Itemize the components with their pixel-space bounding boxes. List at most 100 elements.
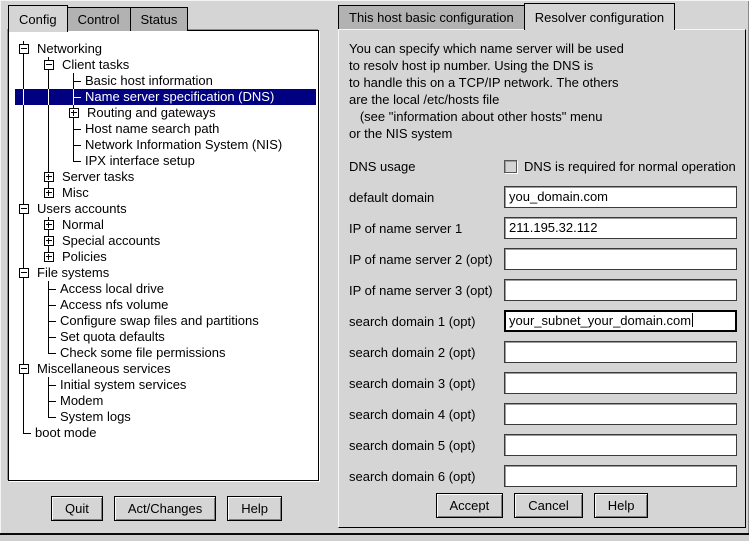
act-changes-button[interactable]: Act/Changes: [114, 496, 216, 521]
tree-item-system-logs[interactable]: System logs: [15, 409, 316, 425]
search-domain-6-opt-input[interactable]: [504, 465, 737, 487]
tree-connector: [65, 153, 82, 169]
tree-item-name-server-specification-dns[interactable]: Name server specification (DNS): [15, 89, 316, 105]
form-row-search-domain-2-opt: search domain 2 (opt): [349, 341, 737, 363]
config-tree: NetworkingClient tasksBasic host informa…: [8, 30, 319, 481]
tree-connector: [40, 393, 57, 409]
search-domain-1-opt-input[interactable]: your_subnet_your_domain.com: [504, 310, 737, 332]
tree-item-label: Host name search path: [82, 121, 219, 137]
intro-line: to resolv host ip number. Using the DNS …: [349, 57, 624, 74]
field-label: search domain 1 (opt): [349, 314, 504, 329]
tree-item-label: IPX interface setup: [82, 153, 195, 169]
tree-expand-icon[interactable]: [40, 169, 59, 185]
tree-item-label: Name server specification (DNS): [82, 89, 274, 105]
tree-item-file-systems[interactable]: File systems: [15, 265, 316, 281]
tree-item-check-some-file-permissions[interactable]: Check some file permissions: [15, 345, 316, 361]
tab-status[interactable]: Status: [130, 7, 189, 31]
tree-item-routing-and-gateways[interactable]: Routing and gateways: [15, 105, 316, 121]
default-domain-input[interactable]: you_domain.com: [504, 186, 737, 208]
tree-item-configure-swap-files-and-partitions[interactable]: Configure swap files and partitions: [15, 313, 316, 329]
tab-this-host-basic-configuration[interactable]: This host basic configuration: [338, 5, 525, 29]
tree-connector: [65, 73, 82, 89]
input-value: your_subnet_your_domain.com: [509, 313, 691, 328]
tree-item-initial-system-services[interactable]: Initial system services: [15, 377, 316, 393]
tab-resolver-configuration[interactable]: Resolver configuration: [524, 3, 675, 30]
help-button[interactable]: Help: [594, 493, 649, 518]
intro-line: (see "information about other hosts" men…: [349, 108, 624, 125]
tab-config[interactable]: Config: [8, 5, 68, 32]
field-label: IP of name server 1: [349, 221, 504, 236]
tree-item-normal[interactable]: Normal: [15, 217, 316, 233]
tree-item-miscellaneous-services[interactable]: Miscellaneous services: [15, 361, 316, 377]
ip-of-name-server-3-opt-input[interactable]: [504, 279, 737, 301]
tree-item-set-quota-defaults[interactable]: Set quota defaults: [15, 329, 316, 345]
tree-guide-line: [15, 153, 40, 169]
tree-item-networking[interactable]: Networking: [15, 41, 316, 57]
tree-expand-icon[interactable]: [40, 185, 59, 201]
tree-collapse-icon[interactable]: [15, 265, 34, 281]
tree-collapse-icon[interactable]: [15, 41, 34, 57]
search-domain-4-opt-input[interactable]: [504, 403, 737, 425]
tree-item-users-accounts[interactable]: Users accounts: [15, 201, 316, 217]
input-value: 211.195.32.112: [509, 220, 597, 235]
help-button[interactable]: Help: [227, 496, 282, 521]
tree-guide-line: [40, 153, 65, 169]
search-domain-2-opt-input[interactable]: [504, 341, 737, 363]
tree-guide-line: [15, 121, 40, 137]
tree-item-label: Misc: [59, 185, 89, 201]
quit-button[interactable]: Quit: [51, 496, 103, 521]
window-bottom-frame: [0, 533, 749, 541]
tree-guide-line: [15, 329, 40, 345]
tree-item-label: Access nfs volume: [57, 297, 168, 313]
tree-item-boot-mode[interactable]: boot mode: [15, 425, 316, 441]
tree-expand-icon[interactable]: [40, 217, 59, 233]
field-label: search domain 4 (opt): [349, 407, 504, 422]
tree-item-modem[interactable]: Modem: [15, 393, 316, 409]
tree-item-server-tasks[interactable]: Server tasks: [15, 169, 316, 185]
tree-expand-icon[interactable]: [40, 233, 59, 249]
ip-of-name-server-2-opt-input[interactable]: [504, 248, 737, 270]
dns-required-checkbox[interactable]: [504, 160, 517, 173]
tree-guide-line: [15, 313, 40, 329]
tree-item-client-tasks[interactable]: Client tasks: [15, 57, 316, 73]
tree-connector: [40, 281, 57, 297]
field-label: search domain 2 (opt): [349, 345, 504, 360]
tree-item-policies[interactable]: Policies: [15, 249, 316, 265]
tree-item-basic-host-information[interactable]: Basic host information: [15, 73, 316, 89]
tree-expand-icon[interactable]: [40, 249, 59, 265]
tree-connector: [40, 297, 57, 313]
tree-item-special-accounts[interactable]: Special accounts: [15, 233, 316, 249]
tree-collapse-icon[interactable]: [15, 361, 34, 377]
tab-control[interactable]: Control: [67, 7, 131, 31]
tree-expand-icon[interactable]: [65, 105, 84, 121]
tree-guide-line: [15, 217, 40, 233]
tree-item-label: Users accounts: [34, 201, 127, 217]
search-domain-5-opt-input[interactable]: [504, 434, 737, 456]
ip-of-name-server-1-input[interactable]: 211.195.32.112: [504, 217, 737, 239]
tree-item-label: Basic host information: [82, 73, 213, 89]
tree-item-host-name-search-path[interactable]: Host name search path: [15, 121, 316, 137]
tree-item-ipx-interface-setup[interactable]: IPX interface setup: [15, 153, 316, 169]
tree-guide-line: [15, 409, 40, 425]
tree-guide-line: [15, 345, 40, 361]
cancel-button[interactable]: Cancel: [514, 493, 582, 518]
form-row-dns-usage: DNS usageDNS is required for normal oper…: [349, 155, 737, 177]
form-row-ip-of-name-server-1: IP of name server 1 211.195.32.112: [349, 217, 737, 239]
left-button-row: Quit Act/Changes Help: [0, 496, 333, 521]
search-domain-3-opt-input[interactable]: [504, 372, 737, 394]
tree-guide-line: [40, 89, 65, 105]
tree-item-access-nfs-volume[interactable]: Access nfs volume: [15, 297, 316, 313]
tree-connector: [40, 409, 57, 425]
tree-guide-line: [40, 73, 65, 89]
accept-button[interactable]: Accept: [436, 493, 504, 518]
tree-item-network-information-system-nis[interactable]: Network Information System (NIS): [15, 137, 316, 153]
right-button-row: Accept Cancel Help: [339, 493, 745, 518]
tree-collapse-icon[interactable]: [40, 57, 59, 73]
tree-collapse-icon[interactable]: [15, 201, 34, 217]
tree-item-misc[interactable]: Misc: [15, 185, 316, 201]
field-label: DNS usage: [349, 159, 504, 174]
minus-box-icon: [19, 204, 29, 214]
tree-item-label: Routing and gateways: [84, 105, 216, 121]
intro-line: are the local /etc/hosts file: [349, 91, 624, 108]
tree-item-access-local-drive[interactable]: Access local drive: [15, 281, 316, 297]
